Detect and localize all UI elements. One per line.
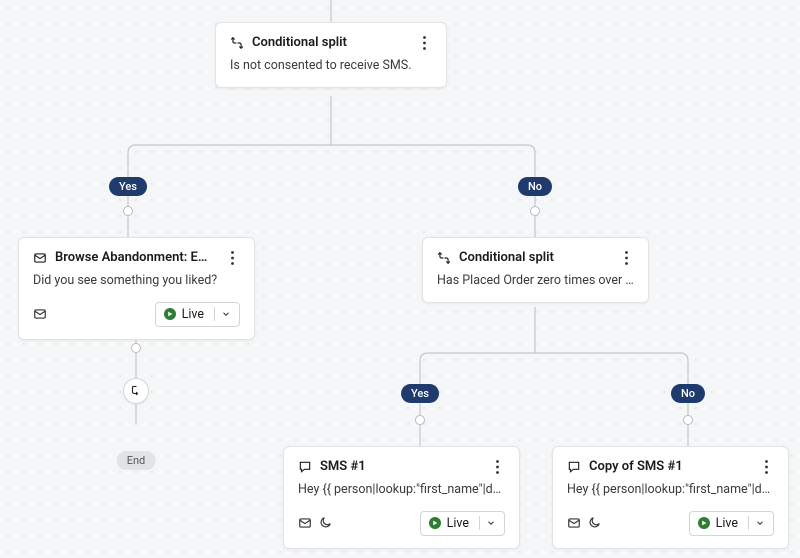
- node-title: Conditional split: [252, 35, 408, 50]
- node-email[interactable]: Browse Abandonment: Email... Did you see…: [18, 237, 255, 340]
- connector-dot: [530, 206, 540, 216]
- node-description: Did you see something you liked?: [33, 273, 240, 290]
- status-select[interactable]: Live: [420, 511, 505, 536]
- mail-outline-icon: [33, 307, 47, 321]
- node-title: Copy of SMS #1: [589, 459, 750, 474]
- branch-label-yes: Yes: [401, 384, 439, 403]
- status-select[interactable]: Live: [155, 302, 240, 327]
- mail-outline-icon: [298, 516, 312, 530]
- play-dot-icon: [164, 308, 176, 320]
- mail-icon: [33, 251, 47, 265]
- node-sms-1[interactable]: SMS #1 Hey {{ person|lookup:"first_name"…: [283, 446, 520, 549]
- node-description: Hey {{ person|lookup:"first_name"|defaul…: [298, 482, 505, 499]
- play-dot-icon: [698, 517, 710, 529]
- sms-icon: [298, 460, 312, 474]
- chevron-down-icon: [221, 309, 231, 319]
- split-icon: [437, 251, 451, 265]
- kebab-menu-icon[interactable]: [416, 36, 432, 50]
- branch-label-yes: Yes: [109, 177, 147, 196]
- connector-dot: [131, 343, 141, 353]
- connector-dot: [123, 206, 133, 216]
- split-icon: [230, 36, 244, 50]
- branch-label-no: No: [518, 177, 552, 196]
- node-description: Is not consented to receive SMS.: [230, 58, 432, 75]
- moon-icon: [587, 516, 601, 530]
- node-title: SMS #1: [320, 459, 481, 474]
- status-label: Live: [182, 307, 204, 322]
- play-dot-icon: [429, 517, 441, 529]
- node-conditional-split-2[interactable]: Conditional split Has Placed Order zero …: [422, 237, 649, 303]
- branch-label-no: No: [671, 384, 705, 403]
- moon-icon: [318, 516, 332, 530]
- status-label: Live: [447, 516, 469, 531]
- kebab-menu-icon[interactable]: [758, 460, 774, 474]
- node-title: Browse Abandonment: Email...: [55, 250, 216, 265]
- node-sms-2[interactable]: Copy of SMS #1 Hey {{ person|lookup:"fir…: [552, 446, 789, 549]
- node-description: Has Placed Order zero times over all tim…: [437, 273, 634, 290]
- end-label: End: [117, 451, 156, 470]
- node-title: Conditional split: [459, 250, 610, 265]
- mail-outline-icon: [567, 516, 581, 530]
- status-select[interactable]: Live: [689, 511, 774, 536]
- kebab-menu-icon[interactable]: [489, 460, 505, 474]
- status-label: Live: [716, 516, 738, 531]
- node-description: Hey {{ person|lookup:"first_name"|defaul…: [567, 482, 774, 499]
- kebab-menu-icon[interactable]: [618, 251, 634, 265]
- chevron-down-icon: [755, 518, 765, 528]
- add-step-icon[interactable]: [123, 378, 149, 404]
- node-conditional-split[interactable]: Conditional split Is not consented to re…: [215, 22, 447, 88]
- kebab-menu-icon[interactable]: [224, 251, 240, 265]
- connector-dot: [415, 415, 425, 425]
- chevron-down-icon: [486, 518, 496, 528]
- sms-icon: [567, 460, 581, 474]
- connector-dot: [683, 415, 693, 425]
